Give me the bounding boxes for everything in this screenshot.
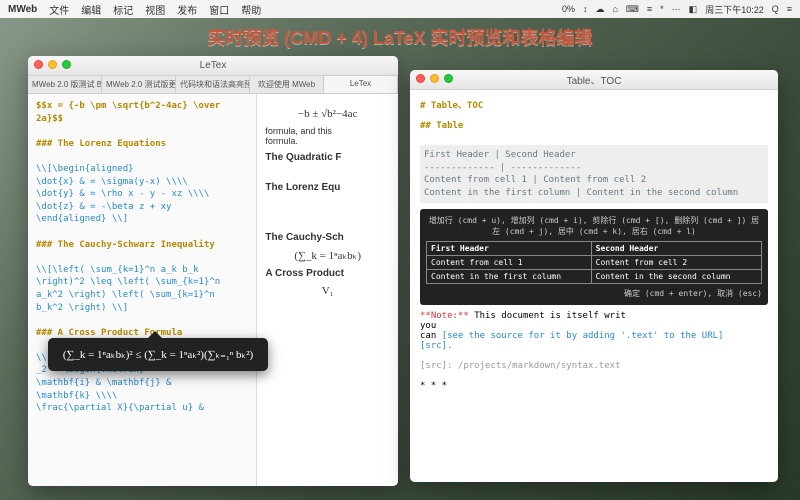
cell-1[interactable]: Content from cell 1: [427, 256, 592, 270]
preview-h-cross: A Cross Product: [265, 268, 390, 279]
tab-0[interactable]: MWeb 2.0 版测试 Bug 及…: [28, 76, 102, 93]
src-ref: [src]: /projects/markdown/syntax.text: [420, 361, 768, 371]
table-source[interactable]: First Header | Second Header -----------…: [420, 145, 768, 203]
cloud-icon[interactable]: ☁: [595, 4, 604, 15]
formula-quadratic-top: −b ± √b²−4ac: [265, 108, 390, 120]
minimize-icon[interactable]: [430, 74, 439, 83]
battery2-icon[interactable]: ◧: [689, 4, 698, 15]
editor-window: LeTex MWeb 2.0 版测试 Bug 及… MWeb 2.0 测试版更新…: [28, 56, 398, 486]
menubar: MWeb 文件 编辑 标记 视图 发布 窗口 帮助 0% ↕ ☁ ⌂ ⌨ ≡ *…: [0, 0, 800, 18]
menu-mark[interactable]: 标记: [113, 2, 133, 17]
tab-1[interactable]: MWeb 2.0 测试版更新汇总: [102, 76, 176, 93]
zoom-icon[interactable]: [444, 74, 453, 83]
preview-pane: −b ± √b²−4ac formula, and this formula. …: [257, 94, 398, 486]
tab-3[interactable]: 欢迎使用 MWeb: [250, 76, 324, 93]
cell-3[interactable]: Content in the first column: [427, 270, 592, 284]
th-1[interactable]: First Header: [427, 242, 592, 256]
menu-publish[interactable]: 发布: [177, 2, 197, 17]
latex-tooltip: (∑_k = 1ⁿaₖbₖ)² ≤ (∑_k = 1ⁿaₖ²)(∑ₖ₌₁ⁿ bₖ…: [48, 338, 268, 371]
bluetooth-icon[interactable]: *: [660, 4, 664, 14]
hr-dots: * * *: [420, 381, 768, 391]
titlebar-left[interactable]: LeTex: [28, 56, 398, 76]
keyboard-icon[interactable]: ⌨: [626, 4, 639, 15]
doc-h1: # Table、TOC: [420, 98, 768, 111]
page-headline: 实时预览 (CMD + 4) LaTeX 实时预览和表格编辑: [0, 24, 800, 50]
cell-2[interactable]: Content from cell 2: [591, 256, 761, 270]
minimize-icon[interactable]: [48, 60, 57, 69]
clock[interactable]: 周三下午10:22: [705, 3, 764, 16]
table-window: Table、TOC # Table、TOC ## Table First Hea…: [410, 70, 778, 482]
formula-cross: V₁: [265, 285, 390, 297]
popup-footer: 确定 (cmd + enter), 取消 (esc): [426, 288, 762, 299]
notif-icon[interactable]: ⋯: [672, 4, 681, 15]
preview-h-quad: The Quadratic F: [265, 152, 390, 163]
app-name[interactable]: MWeb: [8, 4, 37, 15]
home-icon[interactable]: ⌂: [612, 4, 617, 14]
menu-icon[interactable]: ≡: [647, 4, 652, 14]
hamburger-icon[interactable]: ≡: [787, 4, 792, 14]
menu-file[interactable]: 文件: [49, 2, 69, 17]
shortcut-hint: 增加行 (cmd + u), 增加列 (cmd + i), 剪除行 (cmd +…: [426, 215, 762, 237]
status-tray: 0% ↕ ☁ ⌂ ⌨ ≡ * ⋯ ◧ 周三下午10:22 Q ≡: [562, 3, 792, 16]
th-2[interactable]: Second Header: [591, 242, 761, 256]
table-editor-body[interactable]: # Table、TOC ## Table First Header | Seco…: [410, 90, 778, 482]
tabs-left: MWeb 2.0 版测试 Bug 及… MWeb 2.0 测试版更新汇总 代码块…: [28, 76, 398, 94]
doc-h2-table: ## Table: [420, 121, 768, 131]
heading-lorenz: ### The Lorenz Equations: [36, 138, 248, 151]
editable-table: First HeaderSecond Header Content from c…: [426, 241, 762, 284]
menu-window[interactable]: 窗口: [209, 2, 229, 17]
titlebar-right[interactable]: Table、TOC: [410, 70, 778, 90]
preview-h-cauchy: The Cauchy-Sch: [265, 232, 390, 243]
window-title-left: LeTex: [200, 60, 227, 71]
source-link[interactable]: [see the source for it by adding '.text'…: [442, 331, 724, 341]
close-icon[interactable]: [34, 60, 43, 69]
tab-4[interactable]: LeTex: [324, 76, 398, 93]
heading-cauchy: ### The Cauchy-Schwarz Inequality: [36, 239, 248, 252]
table-edit-popup[interactable]: 增加行 (cmd + u), 增加列 (cmd + i), 剪除行 (cmd +…: [420, 209, 768, 305]
spotlight-icon[interactable]: Q: [772, 4, 779, 14]
menu-view[interactable]: 视图: [145, 2, 165, 17]
cell-4[interactable]: Content in the second column: [591, 270, 761, 284]
sync-icon[interactable]: ↕: [583, 4, 588, 14]
zoom-icon[interactable]: [62, 60, 71, 69]
note-label: **Note:**: [420, 311, 474, 321]
formula-cauchy: (∑_k = 1ⁿaₖbₖ): [265, 249, 390, 262]
preview-h-lorenz: The Lorenz Equ: [265, 182, 390, 193]
window-title-right: Table、TOC: [567, 72, 622, 87]
battery-icon[interactable]: 0%: [562, 4, 575, 14]
markdown-editor[interactable]: $$x = {-b \pm \sqrt{b^2-4ac} \over 2a}$$…: [28, 94, 257, 486]
tab-2[interactable]: 代码块和语法高亮预览: [176, 76, 250, 93]
menu-edit[interactable]: 编辑: [81, 2, 101, 17]
menu-help[interactable]: 帮助: [241, 2, 261, 17]
close-icon[interactable]: [416, 74, 425, 83]
